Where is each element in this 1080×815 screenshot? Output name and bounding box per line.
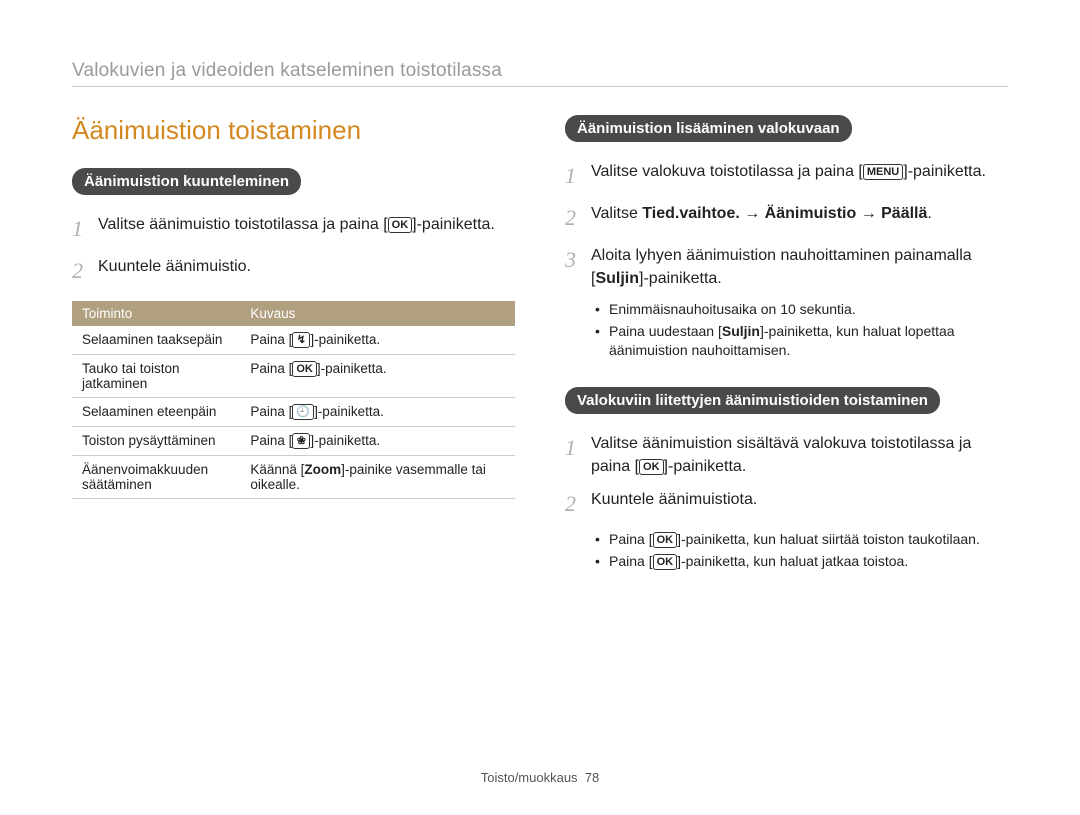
macro-icon: ❀ bbox=[292, 433, 310, 449]
timer-icon: 🕘 bbox=[292, 404, 314, 420]
step-text: Kuuntele äänimuistiota. bbox=[591, 488, 1008, 511]
list-item: Paina [OK]-painiketta, kun haluat siirtä… bbox=[595, 530, 1008, 550]
step-number: 2 bbox=[72, 255, 98, 287]
step-number: 2 bbox=[565, 202, 591, 234]
ok-icon: OK bbox=[292, 361, 317, 377]
right-column: Äänimuistion lisääminen valokuvaan 1 Val… bbox=[565, 115, 1008, 585]
table-row: Tauko tai toiston jatkaminen Paina [OK]-… bbox=[72, 354, 515, 397]
step-number: 3 bbox=[565, 244, 591, 276]
step-text: Valitse valokuva toistotilassa ja paina … bbox=[591, 160, 1008, 183]
ok-icon: OK bbox=[653, 554, 678, 570]
table-row: Äänenvoimakkuuden säätäminen Käännä [Zoo… bbox=[72, 455, 515, 498]
page-title: Äänimuistion toistaminen bbox=[72, 115, 515, 146]
table-header-description: Kuvaus bbox=[240, 301, 515, 326]
step-text: Valitse Tied.vaihtoe. → Äänimuistio → Pä… bbox=[591, 202, 1008, 225]
menu-icon: MENU bbox=[863, 164, 903, 180]
right-s1-step-3: 3 Aloita lyhyen äänimuistion nauhoittami… bbox=[565, 244, 1008, 290]
section-heading-add-memo: Äänimuistion lisääminen valokuvaan bbox=[565, 115, 852, 142]
step-number: 1 bbox=[565, 432, 591, 464]
left-step-2: 2 Kuuntele äänimuistio. bbox=[72, 255, 515, 287]
table-row: Toiston pysäyttäminen Paina [❀]-painiket… bbox=[72, 426, 515, 455]
right-s1-step-1: 1 Valitse valokuva toistotilassa ja pain… bbox=[565, 160, 1008, 192]
footer-section: Toisto/muokkaus bbox=[481, 770, 578, 785]
breadcrumb: Valokuvien ja videoiden katseleminen toi… bbox=[72, 60, 1008, 87]
bullet-list: Paina [OK]-painiketta, kun haluat siirtä… bbox=[595, 530, 1008, 571]
step-number: 1 bbox=[72, 213, 98, 245]
section-heading-play-attached: Valokuviin liitettyjen äänimuistioiden t… bbox=[565, 387, 940, 414]
step-number: 2 bbox=[565, 488, 591, 520]
right-s2-step-1: 1 Valitse äänimuistion sisältävä valokuv… bbox=[565, 432, 1008, 478]
manual-page: Valokuvien ja videoiden katseleminen toi… bbox=[0, 0, 1080, 625]
step-number: 1 bbox=[565, 160, 591, 192]
table-row: Selaaminen eteenpäin Paina [🕘]-painikett… bbox=[72, 397, 515, 426]
right-s2-step-2: 2 Kuuntele äänimuistiota. bbox=[565, 488, 1008, 520]
flash-icon: ↯ bbox=[292, 332, 310, 348]
ok-icon: OK bbox=[639, 459, 664, 475]
step-text: Valitse äänimuistio toistotilassa ja pai… bbox=[98, 213, 515, 236]
list-item: Paina [OK]-painiketta, kun haluat jatkaa… bbox=[595, 552, 1008, 572]
section-heading-listen: Äänimuistion kuunteleminen bbox=[72, 168, 301, 195]
list-item: Enimmäisnauhoitusaika on 10 sekuntia. bbox=[595, 300, 1008, 320]
table-header-function: Toiminto bbox=[72, 301, 240, 326]
step-text: Kuuntele äänimuistio. bbox=[98, 255, 515, 278]
two-column-layout: Äänimuistion toistaminen Äänimuistion ku… bbox=[72, 115, 1008, 585]
table-row: Selaaminen taaksepäin Paina [↯]-painiket… bbox=[72, 326, 515, 355]
page-number: 78 bbox=[585, 770, 599, 785]
left-column: Äänimuistion toistaminen Äänimuistion ku… bbox=[72, 115, 515, 585]
ok-icon: OK bbox=[653, 532, 678, 548]
function-table: Toiminto Kuvaus Selaaminen taaksepäin Pa… bbox=[72, 301, 515, 499]
step-text: Valitse äänimuistion sisältävä valokuva … bbox=[591, 432, 1008, 478]
step-text: Aloita lyhyen äänimuistion nauhoittamine… bbox=[591, 244, 1008, 290]
list-item: Paina uudestaan [Suljin]-painiketta, kun… bbox=[595, 322, 1008, 361]
right-s1-step-2: 2 Valitse Tied.vaihtoe. → Äänimuistio → … bbox=[565, 202, 1008, 234]
page-footer: Toisto/muokkaus 78 bbox=[0, 770, 1080, 785]
ok-icon: OK bbox=[388, 217, 413, 233]
left-step-1: 1 Valitse äänimuistio toistotilassa ja p… bbox=[72, 213, 515, 245]
bullet-list: Enimmäisnauhoitusaika on 10 sekuntia. Pa… bbox=[595, 300, 1008, 361]
